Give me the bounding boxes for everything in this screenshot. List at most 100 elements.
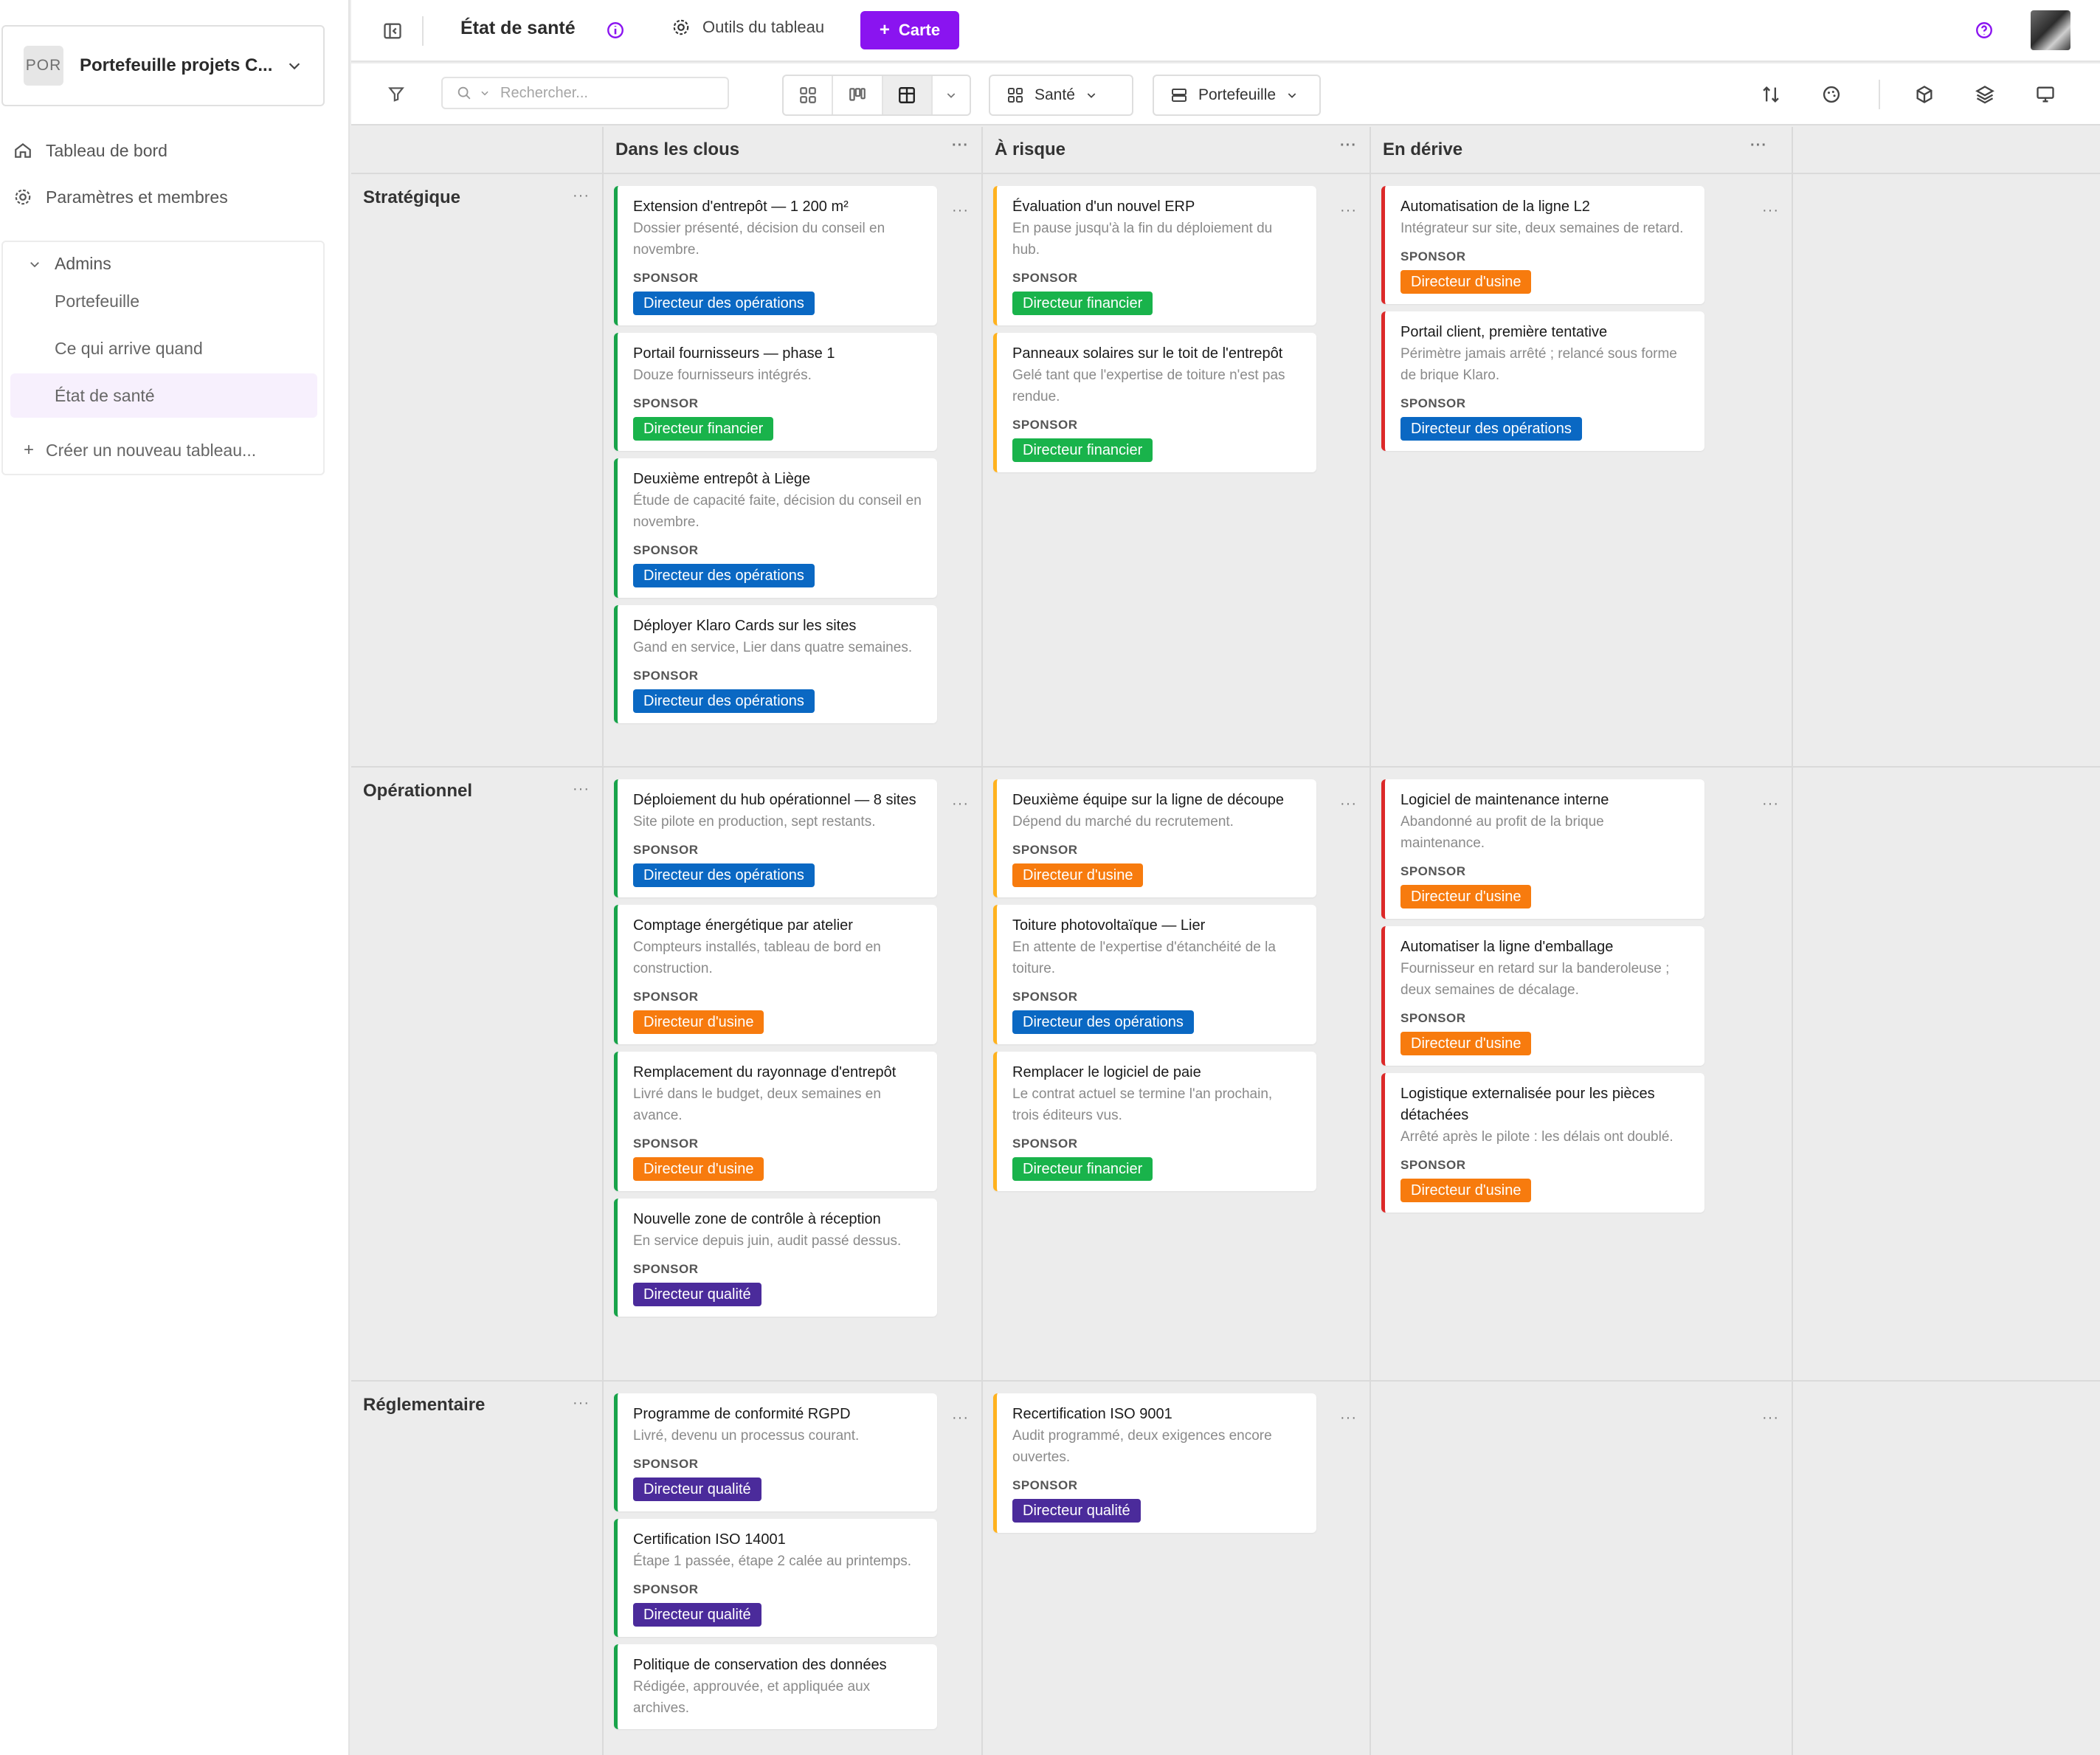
row-menu-icon[interactable]: ··· <box>573 1395 590 1412</box>
project-card[interactable]: Automatisation de la ligne L2 Intégrateur… <box>1381 186 1704 304</box>
project-card[interactable]: Politique de conservation des données Réd… <box>614 1644 937 1729</box>
card-description: Douze fournisseurs intégrés. <box>633 368 812 383</box>
board-link-health[interactable]: État de santé <box>10 373 317 418</box>
sponsor-tag: Directeur des opérations <box>633 689 815 713</box>
project-card[interactable]: Recertification ISO 9001 Audit programmé,… <box>993 1393 1316 1533</box>
view-kanban-button[interactable] <box>833 76 883 114</box>
project-card[interactable]: Deuxième entrepôt à Liège Étude de capaci… <box>614 458 937 598</box>
group-by-dropdown[interactable]: Santé <box>989 75 1133 116</box>
row-menu-icon[interactable]: ··· <box>573 781 590 798</box>
nav-dashboard[interactable]: Tableau de bord <box>13 134 167 167</box>
cell-menu-icon[interactable]: ··· <box>1762 796 1779 813</box>
sponsor-label: SPONSOR <box>1012 418 1078 432</box>
chevron-down-icon <box>481 91 488 96</box>
project-card[interactable]: Programme de conformité RGPD Livré, deven… <box>614 1393 937 1511</box>
cube-icon[interactable] <box>1914 84 1935 105</box>
info-icon[interactable] <box>606 21 625 40</box>
view-grid-button[interactable] <box>784 76 834 114</box>
divider <box>1370 127 1371 1755</box>
card-description: Fournisseur en retard sur la banderoleus… <box>1400 961 1670 998</box>
project-card[interactable]: Automatiser la ligne d'emballage Fourniss… <box>1381 926 1704 1066</box>
view-matrix-button[interactable] <box>883 76 933 114</box>
page-title: État de santé <box>460 18 576 38</box>
add-card-label: Carte <box>898 21 941 39</box>
project-card[interactable]: Logistique externalisée pour les pièces … <box>1381 1073 1704 1213</box>
sponsor-label: SPONSOR <box>1012 1137 1078 1151</box>
group-toggle[interactable]: Admins <box>28 254 111 274</box>
cell-menu-icon[interactable]: ··· <box>1762 202 1779 219</box>
cell-menu-icon[interactable]: ··· <box>1340 796 1357 813</box>
card-title: Comptage énergétique par atelier <box>633 917 853 934</box>
project-card[interactable]: Toiture photovoltaïque — Lier En attente … <box>993 905 1316 1044</box>
cell-menu-icon[interactable]: ··· <box>952 1410 969 1427</box>
sponsor-tag: Directeur qualité <box>633 1283 761 1306</box>
row-menu-icon[interactable]: ··· <box>573 187 590 204</box>
card-title: Politique de conservation des données <box>633 1657 887 1673</box>
column-menu-icon[interactable]: ··· <box>1340 137 1357 154</box>
help-icon[interactable] <box>1975 21 1994 40</box>
column-menu-icon[interactable]: ··· <box>952 137 969 154</box>
project-card[interactable]: Évaluation d'un nouvel ERP En pause jusqu… <box>993 186 1316 325</box>
sponsor-tag: Directeur des opérations <box>1400 417 1582 441</box>
card-title: Nouvelle zone de contrôle à réception <box>633 1211 881 1227</box>
header-bar: État de santé Outils du tableau + Carte <box>351 0 2100 62</box>
grid-icon <box>799 87 816 103</box>
collapse-sidebar-icon[interactable] <box>382 21 403 41</box>
cell-menu-icon[interactable]: ··· <box>1340 1410 1357 1427</box>
cell-menu-icon[interactable]: ··· <box>1340 202 1357 219</box>
card-description: En service depuis juin, audit passé dess… <box>633 1233 902 1249</box>
card-description: Site pilote en production, sept restants… <box>633 814 876 830</box>
card-list: Programme de conformité RGPD Livré, deven… <box>614 1393 937 1729</box>
row-header: Stratégique <box>363 187 461 207</box>
project-card[interactable]: Comptage énergétique par atelier Compteur… <box>614 905 937 1044</box>
sponsor-label: SPONSOR <box>633 396 699 410</box>
project-card[interactable]: Nouvelle zone de contrôle à réception En … <box>614 1199 937 1317</box>
board-tools-button[interactable]: Outils du tableau <box>671 18 824 37</box>
monitor-icon[interactable] <box>2035 84 2056 105</box>
column-header-empty <box>1793 127 2100 174</box>
sponsor-tag: Directeur d'usine <box>633 1010 764 1034</box>
workspace-name: Portefeuille projets C... <box>80 55 273 75</box>
palette-icon[interactable] <box>1821 84 1842 105</box>
create-board-button[interactable]: + Créer un nouveau tableau... <box>24 440 256 461</box>
add-card-button[interactable]: + Carte <box>860 11 959 49</box>
filter-icon[interactable] <box>387 84 406 103</box>
kanban-icon <box>849 88 866 101</box>
project-card[interactable]: Portail fournisseurs — phase 1 Douze four… <box>614 333 937 451</box>
divider <box>1792 127 1793 1755</box>
sponsor-label: SPONSOR <box>1400 1011 1466 1025</box>
view-more-button[interactable] <box>933 76 970 114</box>
user-avatar[interactable] <box>2031 10 2070 50</box>
search-input[interactable]: Rechercher... <box>441 77 729 109</box>
cell-menu-icon[interactable]: ··· <box>1762 1410 1779 1427</box>
card-description: Le contrat actuel se termine l'an procha… <box>1012 1086 1273 1123</box>
board-link-portefeuille[interactable]: Portefeuille <box>10 279 317 323</box>
nav-settings[interactable]: Paramètres et membres <box>13 181 228 213</box>
sponsor-label: SPONSOR <box>633 1137 699 1151</box>
cell-menu-icon[interactable]: ··· <box>952 796 969 813</box>
workspace-switcher[interactable]: POR Portefeuille projets C... <box>1 25 325 106</box>
board-link-timeline[interactable]: Ce qui arrive quand <box>10 326 317 370</box>
sort-icon[interactable] <box>1761 84 1781 105</box>
card-title: Extension d'entrepôt — 1 200 m² <box>633 199 849 215</box>
layers-icon[interactable] <box>1975 84 1995 105</box>
project-card[interactable]: Déploiement du hub opérationnel — 8 site… <box>614 779 937 897</box>
project-card[interactable]: Certification ISO 14001 Étape 1 passée, é… <box>614 1519 937 1637</box>
swimlane-value: Portefeuille <box>1198 86 1277 103</box>
project-card[interactable]: Remplacement du rayonnage d'entrepôt Livr… <box>614 1052 937 1191</box>
project-card[interactable]: Deuxième équipe sur la ligne de découpe D… <box>993 779 1316 897</box>
divider <box>981 127 983 1755</box>
project-card[interactable]: Logiciel de maintenance interne Abandonné… <box>1381 779 1704 919</box>
project-card[interactable]: Portail client, première tentative Périmè… <box>1381 311 1704 451</box>
project-card[interactable]: Extension d'entrepôt — 1 200 m² Dossier p… <box>614 186 937 325</box>
card-description: Arrêté après le pilote : les délais ont … <box>1400 1129 1674 1145</box>
swimlane-dropdown[interactable]: Portefeuille <box>1153 75 1321 116</box>
project-card[interactable]: Déployer Klaro Cards sur les sites Gand e… <box>614 605 937 723</box>
sponsor-label: SPONSOR <box>1400 864 1466 878</box>
column-menu-icon[interactable]: ··· <box>1750 137 1767 154</box>
sponsor-label: SPONSOR <box>1400 249 1466 263</box>
project-card[interactable]: Panneaux solaires sur le toit de l'entre… <box>993 333 1316 472</box>
cell-menu-icon[interactable]: ··· <box>952 202 969 219</box>
gear-icon <box>673 19 689 35</box>
project-card[interactable]: Remplacer le logiciel de paie Le contrat … <box>993 1052 1316 1191</box>
